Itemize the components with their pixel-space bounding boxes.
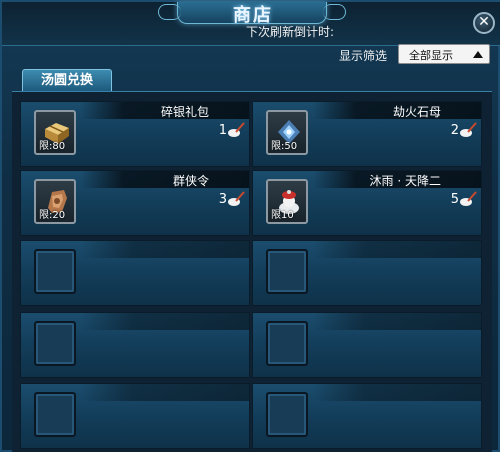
purchase-limit: 限:50: [271, 141, 298, 152]
empty-item-slot[interactable]: [252, 383, 482, 449]
title-plate: 商店: [158, 2, 346, 26]
tangyuan-currency-icon: [460, 122, 477, 137]
empty-icon-frame: [34, 321, 76, 366]
tangyuan-currency-icon: [460, 191, 477, 206]
item-price: 2: [450, 123, 459, 138]
empty-icon-frame: [266, 321, 308, 366]
shop-grid: 碎银礼包 限:80 1 劫火石母 限:50 2 群侠令 限:20 3 沐雨 · …: [12, 91, 492, 452]
shop-item-slot[interactable]: 群侠令 限:20 3: [20, 170, 250, 236]
tangyuan-currency-icon: [228, 191, 245, 206]
empty-item-slot[interactable]: [20, 240, 250, 306]
empty-item-slot[interactable]: [252, 312, 482, 378]
close-icon: ✕: [478, 14, 490, 30]
item-icon-frame: 限:50: [266, 110, 308, 155]
empty-icon-frame: [34, 249, 76, 294]
filter-selected-value: 全部显示: [409, 49, 453, 62]
item-icon-frame: 限:80: [34, 110, 76, 155]
item-price: 1: [218, 123, 227, 138]
shop-item-slot[interactable]: 沐雨 · 天降二 限10 5: [252, 170, 482, 236]
empty-icon-frame: [266, 249, 308, 294]
shop-item-slot[interactable]: 碎银礼包 限:80 1: [20, 101, 250, 167]
item-price: 5: [450, 192, 459, 207]
item-price: 3: [218, 192, 227, 207]
purchase-limit: 限:20: [39, 210, 66, 221]
empty-item-slot[interactable]: [20, 312, 250, 378]
purchase-limit: 限10: [271, 210, 294, 221]
item-name: 碎银礼包: [160, 105, 209, 119]
item-icon-frame: 限:20: [34, 179, 76, 224]
empty-icon-frame: [34, 392, 76, 437]
shop-item-slot[interactable]: 劫火石母 限:50 2: [252, 101, 482, 167]
item-name: 群侠令: [172, 174, 209, 188]
filter-dropdown[interactable]: 全部显示: [398, 44, 490, 64]
empty-item-slot[interactable]: [252, 240, 482, 306]
empty-item-slot[interactable]: [20, 383, 250, 449]
refresh-countdown-label: 下次刷新倒计时:: [246, 25, 335, 39]
tab-tangyuan-exchange[interactable]: 汤圆兑换: [22, 69, 112, 91]
shop-window: 商店 ✕ 下次刷新倒计时: 显示筛选 全部显示 汤圆兑换 碎银礼包 限:80 1: [0, 0, 500, 452]
item-name: 沐雨 · 天降二: [369, 174, 441, 188]
empty-icon-frame: [266, 392, 308, 437]
filter-label: 显示筛选: [339, 49, 388, 63]
purchase-limit: 限:80: [39, 141, 66, 152]
item-name: 劫火石母: [392, 105, 441, 119]
item-icon-frame: 限10: [266, 179, 308, 224]
tangyuan-currency-icon: [228, 122, 245, 137]
close-button[interactable]: ✕: [473, 12, 495, 34]
dropdown-arrow-icon: [473, 51, 483, 58]
